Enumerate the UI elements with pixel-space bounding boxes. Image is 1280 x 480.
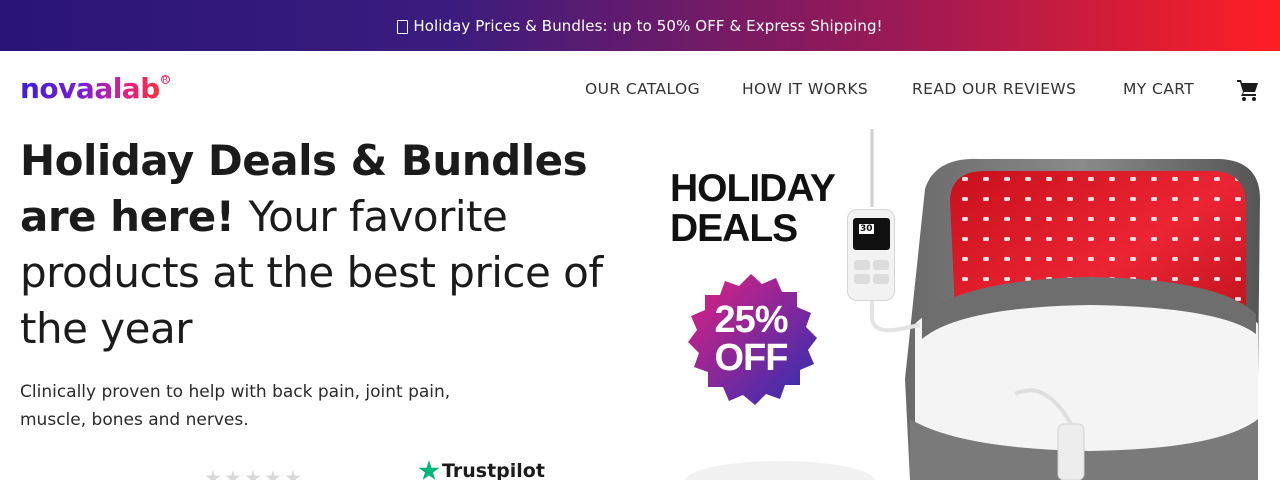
brand-logo[interactable]: novaalab R bbox=[20, 73, 170, 105]
badge-line-2: OFF bbox=[714, 337, 789, 379]
deals-line-2: DEALS bbox=[670, 207, 798, 250]
nav-item-how-it-works[interactable]: HOW IT WORKS bbox=[742, 80, 868, 98]
discount-badge-text: 25% OFF bbox=[682, 301, 820, 377]
trustpilot-star-icon bbox=[418, 460, 440, 480]
star-icon bbox=[205, 470, 221, 480]
rating-stars bbox=[205, 470, 301, 480]
badge-line-1: 25% bbox=[714, 299, 788, 341]
logo-text: novaalab bbox=[20, 72, 160, 105]
nav-item-my-cart[interactable]: MY CART bbox=[1123, 80, 1194, 98]
star-icon bbox=[245, 470, 261, 480]
gift-icon bbox=[397, 19, 409, 34]
shopping-cart-icon[interactable] bbox=[1236, 78, 1260, 102]
controller-button bbox=[854, 260, 870, 270]
controller-device: 30 bbox=[847, 209, 895, 301]
trustpilot-label: Trustpilot bbox=[442, 460, 545, 480]
controller-button bbox=[873, 260, 889, 270]
controller-button bbox=[854, 274, 870, 284]
main-nav: novaalab R OUR CATALOG HOW IT WORKS READ… bbox=[0, 51, 1280, 129]
hero-subtitle: Clinically proven to help with back pain… bbox=[20, 382, 451, 430]
trustpilot-logo[interactable]: Trustpilot bbox=[418, 460, 545, 480]
controller-screen bbox=[853, 218, 890, 250]
announcement-bar[interactable]: Holiday Prices & Bundles: up to 50% OFF … bbox=[0, 0, 1280, 51]
hero-product-image: HOLIDAY DEALS 30 25% OFF bbox=[660, 129, 1280, 480]
controller-display: 30 bbox=[859, 224, 874, 234]
hero-title: Holiday Deals & Bundles are here! Your f… bbox=[20, 133, 620, 357]
star-icon bbox=[285, 470, 301, 480]
nav-item-catalog[interactable]: OUR CATALOG bbox=[585, 80, 700, 98]
registered-mark: R bbox=[160, 75, 170, 84]
deals-line-1: HOLIDAY bbox=[670, 167, 836, 210]
holiday-deals-text: HOLIDAY DEALS bbox=[670, 167, 836, 250]
star-icon bbox=[225, 470, 241, 480]
announcement-text: Holiday Prices & Bundles: up to 50% OFF … bbox=[413, 16, 883, 35]
controller-button bbox=[873, 274, 889, 284]
star-icon bbox=[265, 470, 281, 480]
nav-item-reviews[interactable]: READ OUR REVIEWS bbox=[912, 80, 1076, 98]
